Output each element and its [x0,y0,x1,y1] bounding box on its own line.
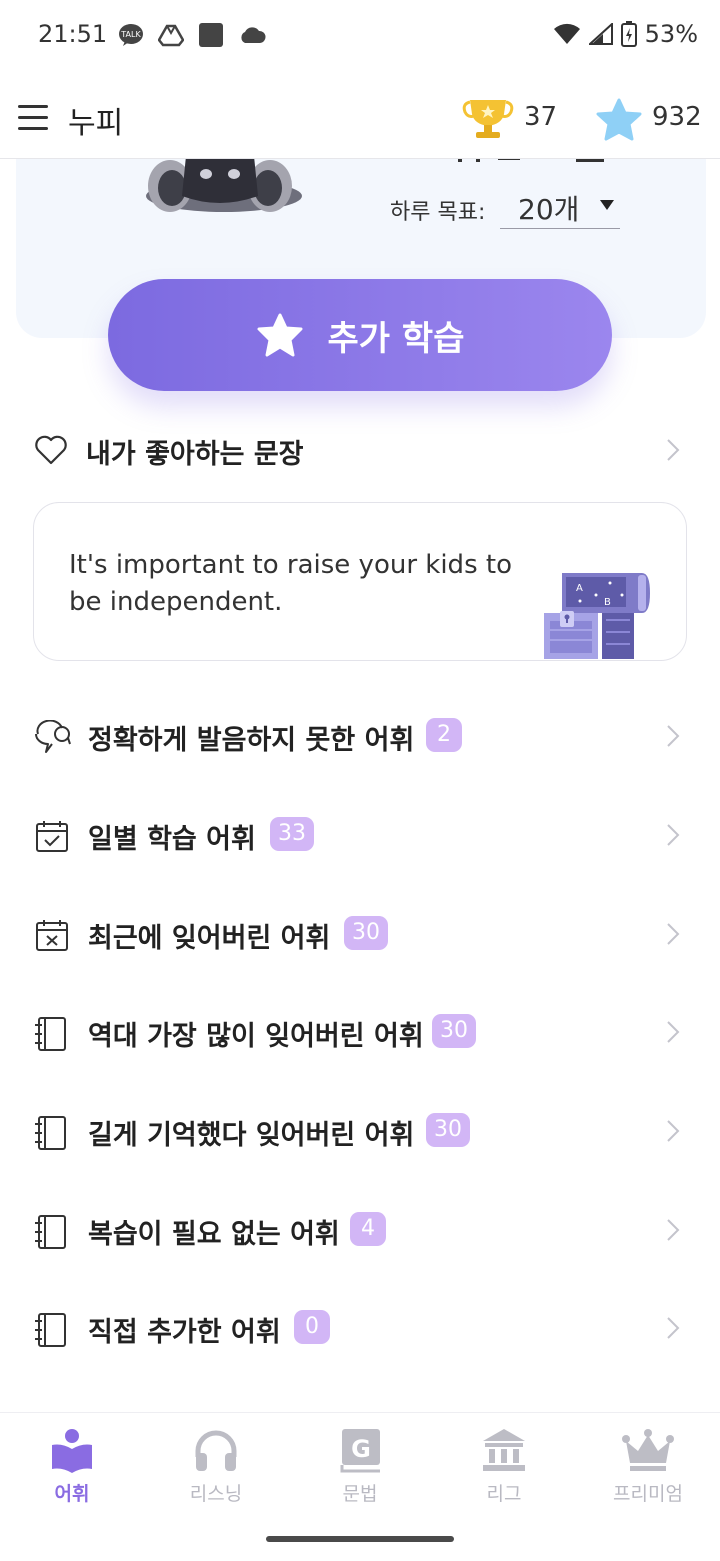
vocab-list-label: 복습이 필요 없는 어휘 [88,1219,340,1250]
system-status: 53% [553,20,698,48]
battery-percent: 53% [644,20,698,48]
menu-icon[interactable] [18,104,48,132]
nav-tab-label: 문법 [342,1483,378,1505]
speech-bubble-mic-icon [35,720,71,753]
notification-icons: TALK [118,22,266,48]
vocab-list-label: 최근에 잊어버린 어휘 [88,923,331,954]
nav-tab-label: 프리미엄 [613,1483,683,1505]
chevron-right-icon [667,1021,680,1043]
vocab-list-row-recently-forgotten[interactable]: 최근에 잊어버린 어휘 30 [34,904,686,964]
notebook-icon [35,1313,66,1347]
trophy-icon[interactable] [462,96,514,140]
vocab-list-row-most-forgotten[interactable]: 역대 가장 많이 잊어버린 어휘 30 [34,1002,686,1062]
trophy-count: 37 [524,102,558,132]
count-badge: 33 [270,817,314,851]
vocab-list-label: 길게 기억했다 잊어버린 어휘 [88,1120,415,1151]
favorite-sentences-row[interactable]: 내가 좋아하는 문장 [34,428,686,474]
extra-study-label: 추가 학습 [327,318,465,359]
nav-tab-label: 리스닝 [189,1483,243,1505]
vocab-list-row-daily[interactable]: 일별 학습 어휘 33 [34,805,686,865]
daily-goal-label: 하루 목표: [390,200,486,225]
chevron-right-icon [667,1219,680,1241]
institution-icon [483,1429,525,1471]
grammar-book-icon: G [340,1429,380,1473]
notebook-icon [35,1116,66,1150]
nav-tab-label: 리그 [486,1483,522,1505]
talk-icon: TALK [119,24,143,46]
star-icon [257,313,303,357]
notebook-icon [35,1215,66,1249]
vocab-list-label: 역대 가장 많이 잊어버린 어휘 [88,1021,424,1052]
nav-tab-listening[interactable]: 리스닝 [144,1427,288,1527]
vocab-list-row-user-added[interactable]: 직접 추가한 어휘 0 [34,1298,686,1358]
battery-icon [620,21,637,47]
svg-text:TALK: TALK [120,30,141,39]
status-bar: 21:51 TALK 53% [0,0,720,72]
square-icon [199,23,223,47]
crown-icon [622,1429,674,1471]
wifi-icon [553,23,580,44]
favorite-sentence-card[interactable]: It's important to raise your kids to be … [33,502,687,661]
chevron-right-icon [667,439,680,461]
nav-tab-grammar[interactable]: G 문법 [288,1427,432,1527]
signal-icon [588,23,613,45]
svg-text:B: B [604,597,611,608]
chevron-right-icon [667,1317,680,1339]
treasure-chest-icon: A B [544,573,650,659]
nav-tab-label: 어휘 [54,1483,90,1505]
svg-text:A: A [576,583,583,594]
dropdown-caret-icon [600,200,614,210]
vocab-list-row-mispronounced[interactable]: 정확하게 발음하지 못한 어휘 2 [34,706,686,766]
chevron-right-icon [667,824,680,846]
mascot-illustration [146,150,302,212]
count-badge: 4 [350,1212,386,1246]
count-badge: 30 [426,1113,470,1147]
count-badge: 30 [344,916,388,950]
chevron-right-icon [667,725,680,747]
home-indicator[interactable] [266,1536,454,1542]
app-title: 누피 [68,106,124,141]
sentence-text: It's important to raise your kids to be … [69,550,512,617]
vocab-list-row-no-review[interactable]: 복습이 필요 없는 어휘 4 [34,1200,686,1260]
svg-text:G: G [351,1435,371,1463]
notebook-icon [35,1017,66,1051]
daily-goal-value: 20개 [518,193,580,226]
nav-tab-league[interactable]: 리그 [432,1427,576,1527]
vocab-list-label: 직접 추가한 어휘 [88,1317,281,1348]
vocab-list-label: 정확하게 발음하지 못한 어휘 [88,725,415,756]
vocab-list-label: 일별 학습 어휘 [88,824,256,855]
headphones-icon [195,1430,237,1471]
count-badge: 30 [432,1014,476,1048]
chevron-right-icon [667,923,680,945]
vocab-list-row-long-remembered[interactable]: 길게 기억했다 잊어버린 어휘 30 [34,1101,686,1161]
count-badge: 2 [426,718,462,752]
extra-study-button[interactable]: 추가 학습 [108,279,612,391]
book-reader-icon [52,1429,92,1473]
drive-icon [158,24,184,47]
calendar-x-icon [36,920,68,951]
heart-icon [35,435,67,465]
cloud-icon [241,27,266,43]
app-bar: 누피 37 932 [0,78,720,159]
star-points-icon[interactable] [596,98,642,142]
daily-goal-dropdown[interactable]: 20개 [500,180,620,229]
star-count: 932 [652,102,702,132]
count-badge: 0 [294,1310,330,1344]
status-time: 21:51 [38,20,108,48]
favorite-sentences-label: 내가 좋아하는 문장 [86,439,304,470]
nav-tab-premium[interactable]: 프리미엄 [576,1427,720,1527]
calendar-check-icon [36,821,68,852]
nav-tab-vocabulary[interactable]: 어휘 [0,1427,144,1527]
chevron-right-icon [667,1120,680,1142]
